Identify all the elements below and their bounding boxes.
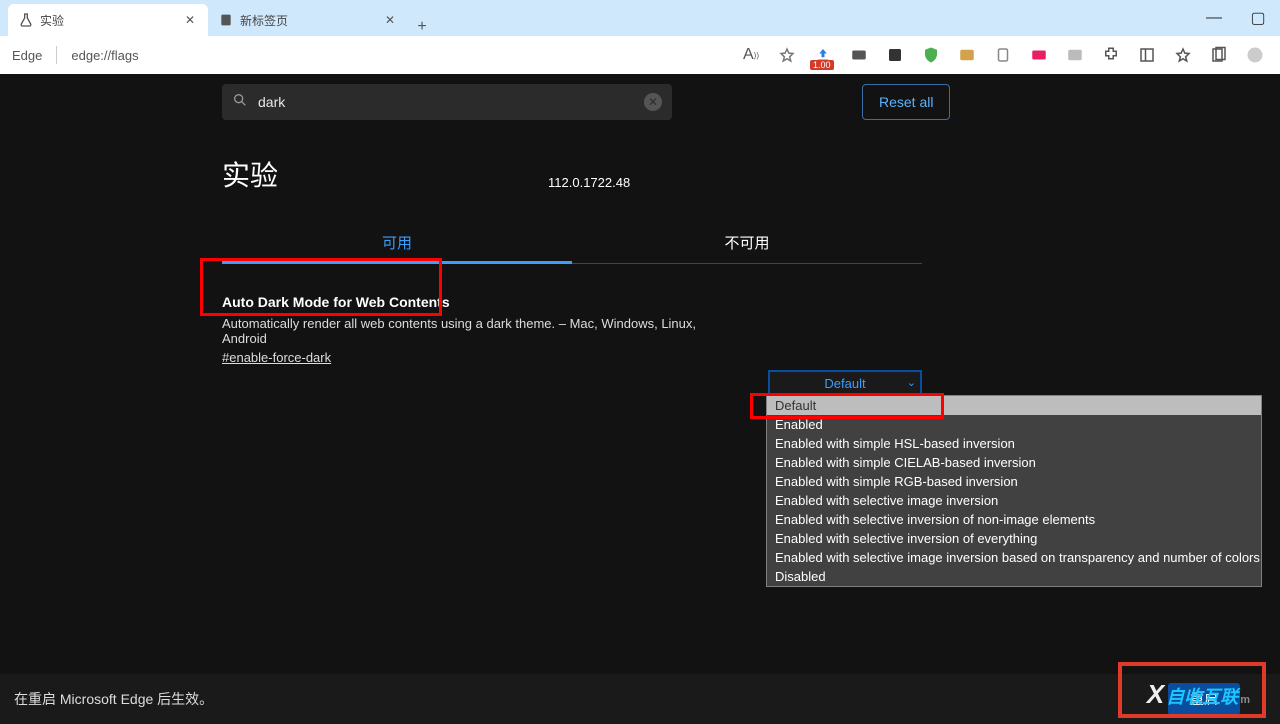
clipboard-icon[interactable] (992, 44, 1014, 66)
page-title: 实验 (222, 154, 278, 194)
footer-message: 在重启 Microsoft Edge 后生效。 (14, 689, 213, 709)
download-icon[interactable]: 1.00 (812, 44, 834, 66)
favorite-icon[interactable] (776, 44, 798, 66)
flask-icon (18, 12, 34, 28)
collections-badge-icon[interactable] (884, 44, 906, 66)
search-box[interactable]: ✕ (222, 84, 672, 120)
page-tabs: 可用 不可用 (222, 224, 922, 264)
close-icon[interactable]: ✕ (182, 12, 198, 28)
maximize-button[interactable]: ▢ (1236, 0, 1280, 36)
restart-button[interactable]: 重启 (1168, 683, 1240, 715)
flag-select-dropdown[interactable]: Default Enabled Enabled with simple HSL-… (766, 395, 1262, 587)
browser-toolbar: Edge edge://flags A)) 1.00 (0, 36, 1280, 75)
flag-select[interactable]: Default ⌄ (768, 370, 922, 396)
dropdown-option[interactable]: Enabled with selective image inversion (767, 491, 1261, 510)
version-label: 112.0.1722.48 (548, 175, 630, 190)
search-input[interactable] (256, 93, 644, 111)
profile-icon[interactable] (1244, 44, 1266, 66)
download-badge: 1.00 (810, 60, 834, 70)
collections-icon[interactable] (1208, 44, 1230, 66)
toolbar-icons: A)) 1.00 (740, 44, 1274, 66)
flag-select-wrap: Default ⌄ Default Enabled Enabled with s… (768, 370, 922, 396)
dropdown-option[interactable]: Enabled with simple HSL-based inversion (767, 434, 1261, 453)
dropdown-option[interactable]: Enabled with selective image inversion b… (767, 548, 1261, 567)
picture-icon[interactable] (1064, 44, 1086, 66)
separator (56, 46, 57, 64)
shield-icon[interactable] (920, 44, 942, 66)
tab-available[interactable]: 可用 (222, 224, 572, 264)
flag-item: Auto Dark Mode for Web Contents Automati… (222, 294, 922, 367)
dropdown-option[interactable]: Enabled with simple CIELAB-based inversi… (767, 453, 1261, 472)
flags-page: ✕ Reset all 实验 112.0.1722.48 可用 不可用 Auto… (0, 74, 1280, 724)
favorites-bar-icon[interactable] (1172, 44, 1194, 66)
restart-footer: 在重启 Microsoft Edge 后生效。 重启 (0, 674, 1280, 724)
flag-title: Auto Dark Mode for Web Contents (222, 294, 922, 310)
dropdown-option[interactable]: Enabled with simple RGB-based inversion (767, 472, 1261, 491)
search-icon (232, 92, 248, 113)
extensions-icon[interactable] (1100, 44, 1122, 66)
read-aloud-icon[interactable]: A)) (740, 44, 762, 66)
video-icon[interactable] (1028, 44, 1050, 66)
image-icon[interactable] (956, 44, 978, 66)
dropdown-option[interactable]: Enabled (767, 415, 1261, 434)
dropdown-option[interactable]: Enabled with selective inversion of non-… (767, 510, 1261, 529)
dropdown-option[interactable]: Enabled with selective inversion of ever… (767, 529, 1261, 548)
tab-unavailable[interactable]: 不可用 (572, 224, 922, 264)
page-topbar: ✕ Reset all (0, 84, 1280, 120)
sidebar-icon[interactable] (1136, 44, 1158, 66)
address-url[interactable]: edge://flags (65, 48, 144, 63)
dropdown-option[interactable]: Default (767, 396, 1261, 415)
tab-experiments[interactable]: 实验 ✕ (8, 4, 208, 36)
minimize-button[interactable]: — (1192, 0, 1236, 36)
tab-label: 新标签页 (240, 12, 288, 29)
browser-tabs: 实验 ✕ 新标签页 ✕ + (0, 0, 436, 36)
close-icon[interactable]: ✕ (382, 12, 398, 28)
flag-hash-link[interactable]: #enable-force-dark (222, 350, 331, 365)
address-prefix: Edge (6, 48, 48, 63)
tab-newtab[interactable]: 新标签页 ✕ (208, 4, 408, 36)
window-controls: — ▢ (1192, 0, 1280, 36)
page-icon (218, 12, 234, 28)
chevron-down-icon: ⌄ (907, 376, 916, 389)
reset-all-button[interactable]: Reset all (862, 84, 950, 120)
tab-label: 实验 (40, 12, 64, 29)
dropdown-option[interactable]: Disabled (767, 567, 1261, 586)
window-titlebar: 实验 ✕ 新标签页 ✕ + — ▢ (0, 0, 1280, 36)
flag-select-value: Default (824, 376, 865, 391)
wallet-icon[interactable] (848, 44, 870, 66)
new-tab-button[interactable]: + (408, 18, 436, 36)
clear-icon[interactable]: ✕ (644, 93, 662, 111)
flag-description: Automatically render all web contents us… (222, 316, 742, 346)
